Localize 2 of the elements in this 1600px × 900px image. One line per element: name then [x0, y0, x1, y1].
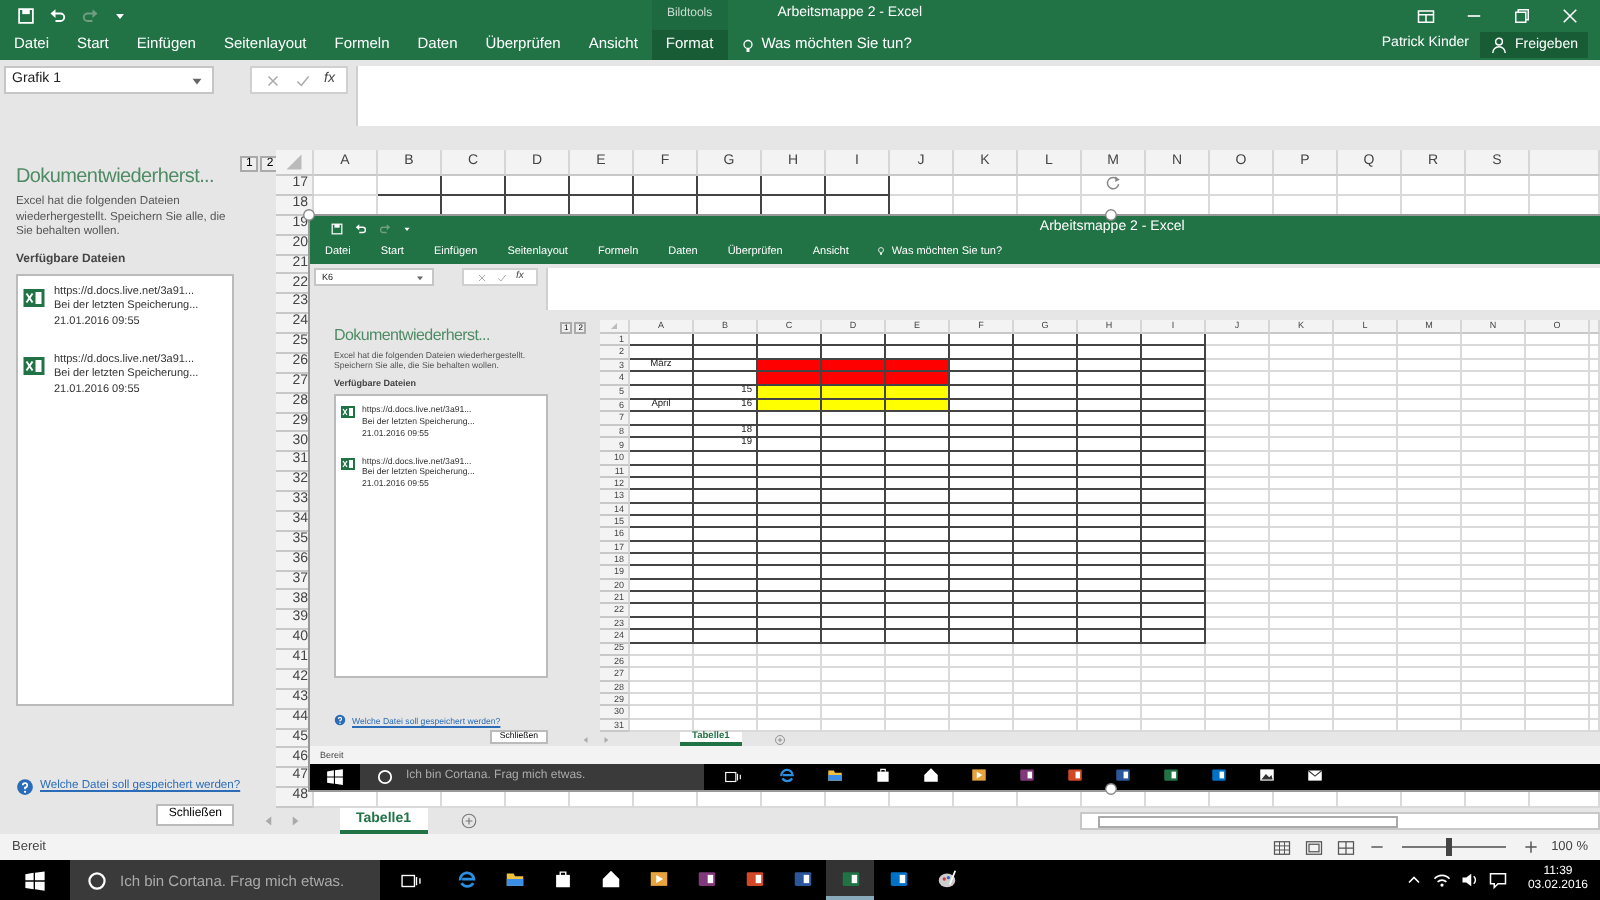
pane-title: Dokumentwiederherst...: [334, 326, 492, 346]
pane-title: Dokumentwiederherst...: [16, 166, 217, 190]
